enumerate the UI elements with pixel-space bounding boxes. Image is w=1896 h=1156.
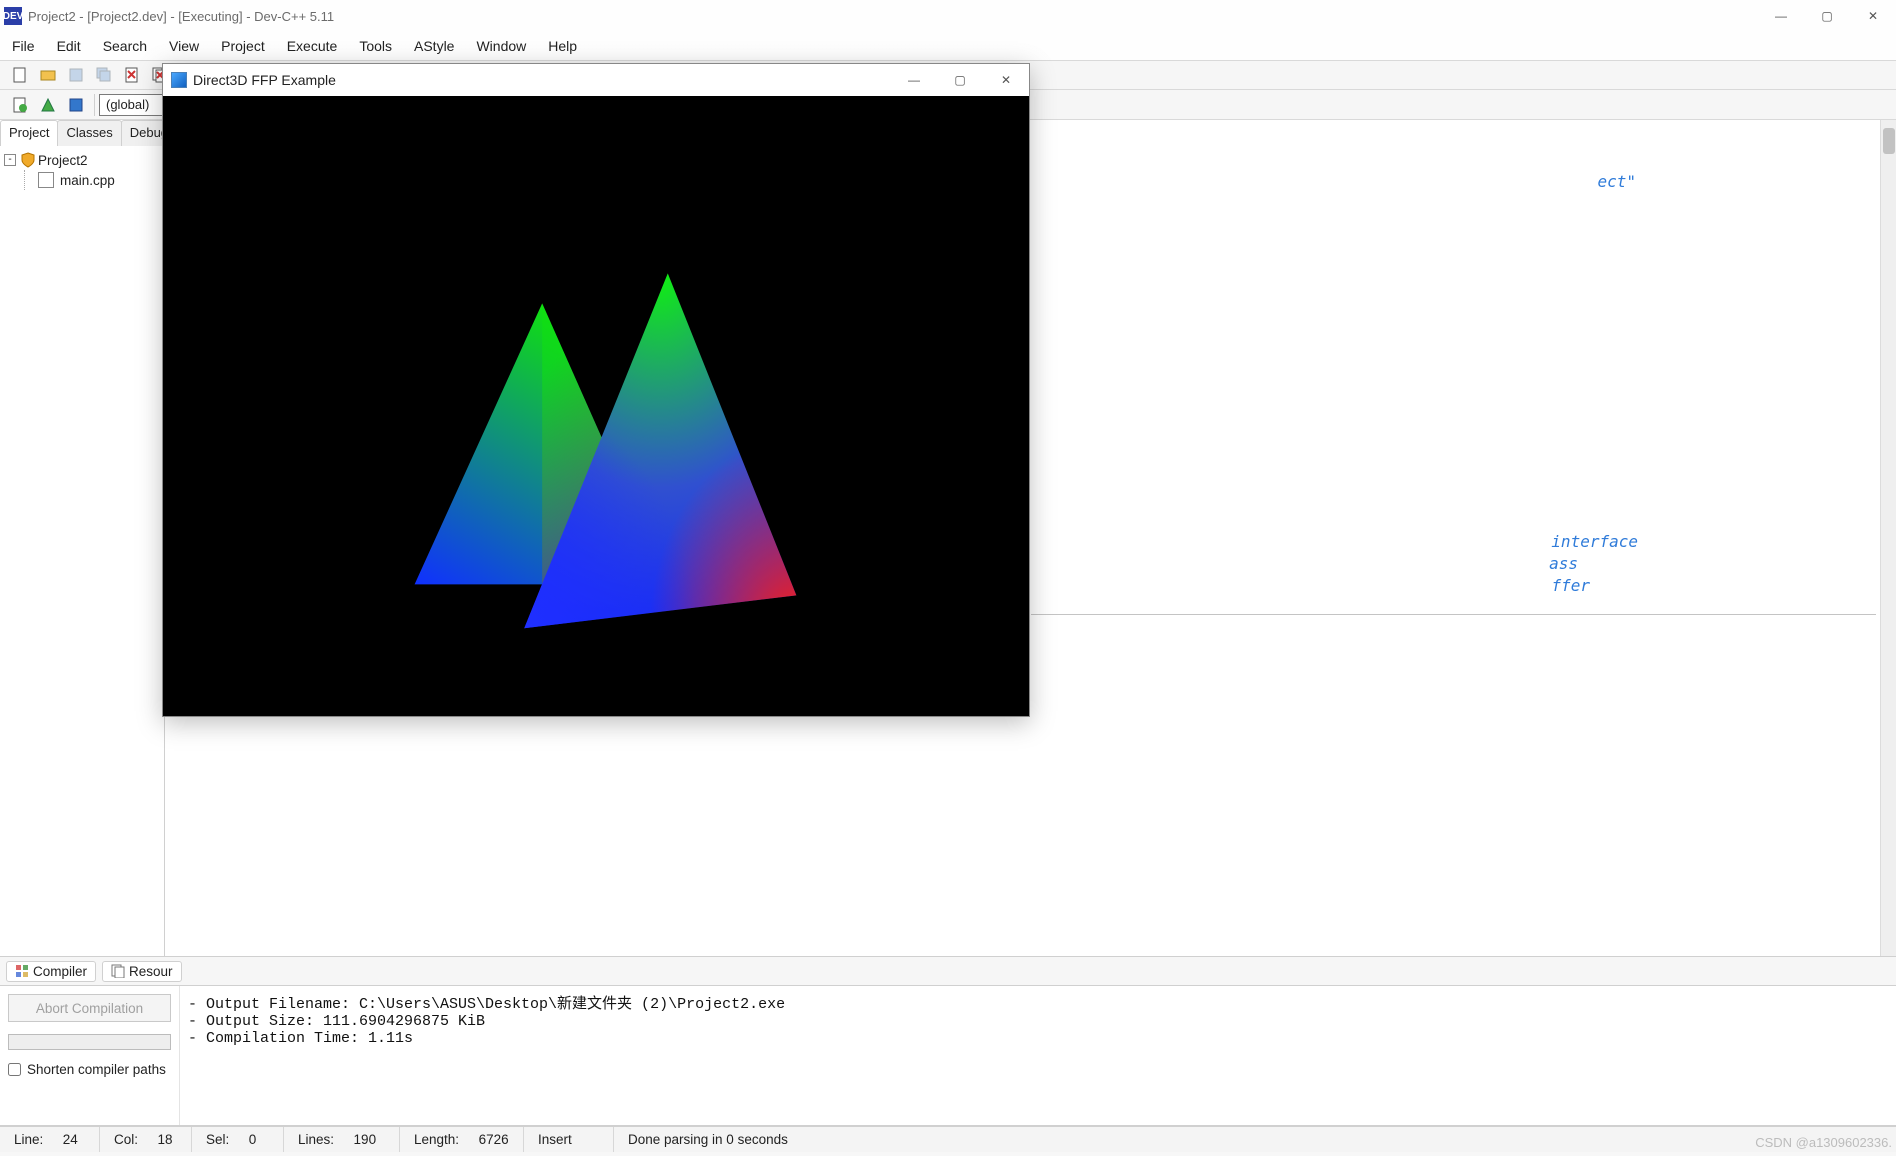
editor-scrollbar[interactable] xyxy=(1880,120,1896,956)
tree-expander-icon[interactable]: - xyxy=(4,154,16,166)
menubar: File Edit Search View Project Execute To… xyxy=(0,32,1896,60)
new-file-icon[interactable] xyxy=(6,63,34,87)
menu-help[interactable]: Help xyxy=(548,38,577,54)
compiler-tab-label: Compiler xyxy=(33,964,87,979)
shorten-paths-label: Shorten compiler paths xyxy=(27,1062,166,1077)
compile-progress-bar xyxy=(8,1034,171,1050)
code-fragment: ffer xyxy=(1551,576,1590,595)
source-file-icon xyxy=(38,172,54,188)
tab-classes[interactable]: Classes xyxy=(57,120,121,146)
app-icon: DEV xyxy=(4,7,22,25)
menu-execute[interactable]: Execute xyxy=(287,38,338,54)
new-source-icon[interactable] xyxy=(6,93,34,117)
code-fragment: ect" xyxy=(1597,172,1636,191)
resources-tab-label: Resour xyxy=(129,964,173,979)
project-shield-icon xyxy=(20,152,36,168)
status-parse: Done parsing in 0 seconds xyxy=(614,1127,1896,1152)
menu-edit[interactable]: Edit xyxy=(57,38,81,54)
status-length: Length: 6726 xyxy=(400,1127,524,1152)
save-icon[interactable] xyxy=(62,63,90,87)
status-lines: Lines: 190 xyxy=(284,1127,400,1152)
bottom-tabbar: Compiler Resour xyxy=(0,956,1896,986)
shorten-paths-checkbox[interactable]: Shorten compiler paths xyxy=(8,1062,171,1077)
menu-view[interactable]: View xyxy=(169,38,199,54)
scrollbar-thumb[interactable] xyxy=(1883,128,1895,154)
window-minimize-button[interactable]: — xyxy=(1758,0,1804,32)
tree-file-node[interactable]: main.cpp xyxy=(4,170,160,190)
status-line: Line: 24 xyxy=(0,1127,100,1152)
save-all-icon[interactable] xyxy=(90,63,118,87)
tree-project-label: Project2 xyxy=(38,153,88,168)
menu-window[interactable]: Window xyxy=(476,38,526,54)
tree-file-label: main.cpp xyxy=(56,173,115,188)
tab-project[interactable]: Project xyxy=(0,120,58,146)
menu-file[interactable]: File xyxy=(12,38,35,54)
d3d-minimize-button[interactable]: — xyxy=(891,64,937,96)
d3d-title-text: Direct3D FFP Example xyxy=(193,72,336,88)
code-fragment: interface xyxy=(1551,532,1638,551)
abort-compilation-button[interactable]: Abort Compilation xyxy=(8,994,171,1022)
d3d-titlebar[interactable]: Direct3D FFP Example — ▢ ✕ xyxy=(163,64,1029,96)
main-titlebar: DEV Project2 - [Project2.dev] - [Executi… xyxy=(0,0,1896,32)
d3d-viewport xyxy=(163,96,1029,716)
tree-project-node[interactable]: - Project2 xyxy=(4,150,160,170)
scope-combo-value: (global) xyxy=(106,97,149,112)
d3d-maximize-button[interactable]: ▢ xyxy=(937,64,983,96)
menu-search[interactable]: Search xyxy=(103,38,147,54)
resources-tab[interactable]: Resour xyxy=(102,961,182,982)
menu-tools[interactable]: Tools xyxy=(359,38,392,54)
menu-project[interactable]: Project xyxy=(221,38,265,54)
status-sel: Sel: 0 xyxy=(192,1127,284,1152)
resources-tab-icon xyxy=(111,964,125,978)
project-tree: - Project2 main.cpp xyxy=(0,146,164,956)
code-fragment: ass xyxy=(1549,554,1578,573)
window-close-button[interactable]: ✕ xyxy=(1850,0,1896,32)
main-title: Project2 - [Project2.dev] - [Executing] … xyxy=(28,9,334,24)
add-to-project-icon[interactable] xyxy=(34,93,62,117)
d3d-app-icon xyxy=(171,72,187,88)
menu-astyle[interactable]: AStyle xyxy=(414,38,454,54)
open-project-icon[interactable] xyxy=(34,63,62,87)
status-insert: Insert xyxy=(524,1127,614,1152)
compiler-tab[interactable]: Compiler xyxy=(6,961,96,982)
shorten-paths-input[interactable] xyxy=(8,1063,21,1076)
compiler-output[interactable]: - Output Filename: C:\Users\ASUS\Desktop… xyxy=(180,986,1896,1125)
d3d-window[interactable]: Direct3D FFP Example — ▢ ✕ xyxy=(162,63,1030,717)
status-bar: Line: 24 Col: 18 Sel: 0 Lines: 190 Lengt… xyxy=(0,1126,1896,1152)
watermark-text: CSDN @a1309602336. xyxy=(1755,1135,1892,1150)
status-col: Col: 18 xyxy=(100,1127,192,1152)
window-maximize-button[interactable]: ▢ xyxy=(1804,0,1850,32)
compiler-panel: Abort Compilation Shorten compiler paths… xyxy=(0,986,1896,1126)
close-file-icon[interactable] xyxy=(118,63,146,87)
compiler-tab-icon xyxy=(15,964,29,978)
side-panel: Project Classes Debug - Project2 main.cp… xyxy=(0,120,165,956)
project-options-icon[interactable] xyxy=(62,93,90,117)
d3d-close-button[interactable]: ✕ xyxy=(983,64,1029,96)
